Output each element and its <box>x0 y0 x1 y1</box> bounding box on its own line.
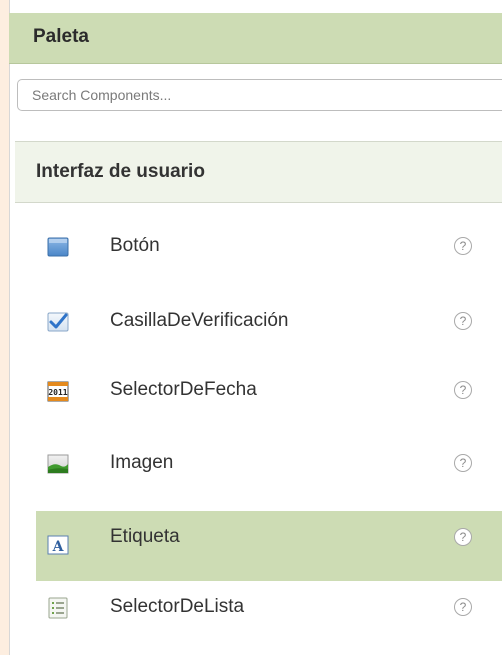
label-icon: A <box>47 534 69 556</box>
palette-item-label: Etiqueta <box>110 526 180 547</box>
svg-text:2011: 2011 <box>48 388 67 397</box>
list-icon <box>47 597 69 619</box>
palette-header: Paleta <box>9 13 502 64</box>
calendar-icon: 2011 <box>47 380 69 402</box>
palette-item-label: Botón <box>110 235 160 256</box>
help-icon[interactable]: ? <box>454 454 472 472</box>
palette-item-image[interactable]: Imagen ? <box>36 430 502 500</box>
help-icon[interactable]: ? <box>454 528 472 546</box>
palette-title: Paleta <box>33 26 89 47</box>
palette-item-label-component[interactable]: A Etiqueta ? <box>36 511 502 581</box>
checkbox-icon <box>47 311 69 333</box>
palette-item-datepicker[interactable]: 2011 SelectorDeFecha ? <box>36 357 502 427</box>
help-icon[interactable]: ? <box>454 312 472 330</box>
palette-item-label: CasillaDeVerificación <box>110 310 289 331</box>
help-icon[interactable]: ? <box>454 598 472 616</box>
svg-text:A: A <box>52 539 65 555</box>
palette-item-label: SelectorDeFecha <box>110 379 257 400</box>
palette-item-label: SelectorDeLista <box>110 596 245 617</box>
palette-item-checkbox[interactable]: CasillaDeVerificación ? <box>36 288 502 358</box>
help-icon[interactable]: ? <box>454 381 472 399</box>
palette-item-listpicker[interactable]: SelectorDeLista ? <box>36 574 502 644</box>
help-icon[interactable]: ? <box>454 237 472 255</box>
palette-item-label: Imagen <box>110 452 174 473</box>
search-input[interactable] <box>18 80 502 110</box>
image-icon <box>47 453 69 475</box>
search-box <box>17 79 502 111</box>
button-icon <box>47 236 69 258</box>
section-title: Interfaz de usuario <box>36 161 205 182</box>
section-header-user-interface[interactable]: Interfaz de usuario <box>15 141 502 203</box>
palette-item-button[interactable]: Botón ? <box>36 213 502 283</box>
